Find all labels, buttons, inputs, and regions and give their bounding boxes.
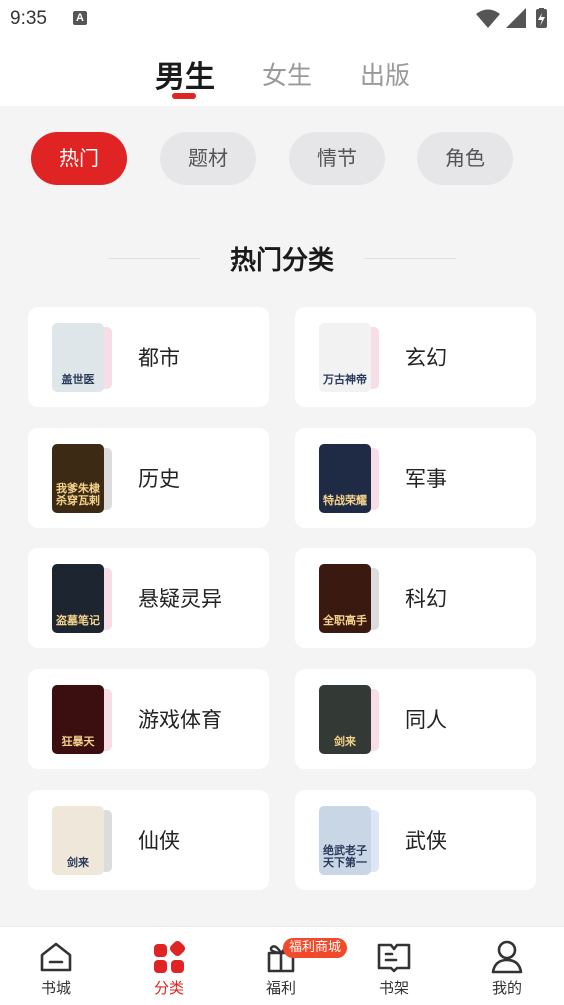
book-cover-stack: 盖世医 — [52, 323, 116, 393]
category-card[interactable]: 我爹朱棣 杀穿瓦剌 历史 — [28, 428, 269, 528]
book-cover: 特战荣耀 — [319, 444, 371, 513]
category-label: 玄幻 — [405, 346, 447, 370]
category-label: 仙侠 — [138, 829, 180, 853]
home-icon — [40, 942, 72, 972]
tab-female[interactable]: 女生 — [262, 56, 312, 92]
category-label: 同人 — [405, 708, 447, 732]
nav-label: 福利 — [265, 979, 296, 997]
book-cover: 狂暴天 — [52, 685, 104, 754]
cover-title: 全职高手 — [323, 614, 367, 627]
signal-icon — [506, 8, 526, 28]
book-cover-stack: 全职高手 — [319, 564, 383, 634]
book-cover-stack: 剑来 — [319, 685, 383, 755]
chip-hot[interactable]: 热门 — [31, 132, 127, 185]
cover-title: 绝武老子 天下第一 — [323, 844, 367, 869]
nav-bookstore[interactable]: 书城 — [16, 927, 96, 1005]
book-cover-stack: 我爹朱棣 杀穿瓦剌 — [52, 444, 116, 514]
category-card[interactable]: 狂暴天 游戏体育 — [28, 669, 269, 769]
cover-title: 万古神帝 — [323, 373, 367, 386]
book-cover-stack: 盗墓笔记 — [52, 564, 116, 634]
cover-title: 盖世医 — [61, 373, 95, 386]
category-card[interactable]: 盗墓笔记 悬疑灵异 — [28, 548, 269, 648]
cover-title: 特战荣耀 — [323, 494, 367, 507]
cover-title: 狂暴天 — [61, 735, 95, 748]
nav-profile[interactable]: 我的 — [467, 927, 547, 1005]
book-cover-stack: 特战荣耀 — [319, 444, 383, 514]
category-label: 科幻 — [405, 587, 447, 611]
nav-label: 分类 — [153, 979, 184, 997]
category-icon — [154, 940, 186, 973]
cover-title: 剑来 — [67, 856, 89, 869]
book-cover: 剑来 — [52, 806, 104, 875]
book-cover: 绝武老子 天下第一 — [319, 806, 371, 875]
status-bar: 9:35 A — [0, 0, 564, 38]
cover-title: 剑来 — [334, 735, 356, 748]
category-label: 悬疑灵异 — [138, 587, 222, 611]
book-cover-stack: 狂暴天 — [52, 685, 116, 755]
category-card[interactable]: 全职高手 科幻 — [295, 548, 536, 648]
status-time: 9:35 — [10, 8, 47, 29]
active-tab-indicator — [172, 93, 196, 99]
profile-icon — [491, 940, 523, 974]
book-cover-stack: 万古神帝 — [319, 323, 383, 393]
chip-theme[interactable]: 题材 — [160, 132, 256, 185]
tab-publishing[interactable]: 出版 — [360, 56, 410, 92]
book-cover: 盖世医 — [52, 323, 104, 392]
book-cover: 我爹朱棣 杀穿瓦剌 — [52, 444, 104, 513]
section-title: 热门分类 — [229, 246, 334, 276]
book-cover: 剑来 — [319, 685, 371, 754]
category-label: 都市 — [138, 346, 180, 370]
category-label: 武侠 — [405, 829, 447, 853]
category-card[interactable]: 盖世医 都市 — [28, 307, 269, 407]
book-cover-stack: 绝武老子 天下第一 — [319, 806, 383, 876]
book-cover: 盗墓笔记 — [52, 564, 104, 633]
nav-label: 我的 — [491, 979, 522, 997]
status-icons — [476, 8, 547, 28]
notification-icon: A — [73, 11, 87, 25]
welfare-mall-badge[interactable]: 福利商城 — [283, 938, 348, 958]
cover-title: 盗墓笔记 — [56, 614, 100, 627]
nav-label: 书架 — [378, 979, 409, 997]
chip-plot[interactable]: 情节 — [289, 132, 385, 185]
category-card[interactable]: 绝武老子 天下第一 武侠 — [295, 790, 536, 890]
chip-role[interactable]: 角色 — [417, 132, 513, 185]
category-label: 历史 — [138, 467, 180, 491]
book-cover-stack: 剑来 — [52, 806, 116, 876]
book-cover: 全职高手 — [319, 564, 371, 633]
cover-title: 我爹朱棣 杀穿瓦剌 — [56, 482, 100, 507]
bookshelf-icon — [377, 943, 411, 973]
top-tab-bar: 男生 女生 出版 — [0, 38, 564, 106]
category-label: 军事 — [405, 467, 447, 491]
category-card[interactable]: 剑来 仙侠 — [28, 790, 269, 890]
category-label: 游戏体育 — [138, 708, 222, 732]
nav-label: 书城 — [40, 979, 71, 997]
tab-male[interactable]: 男生 — [155, 52, 215, 96]
category-card[interactable]: 万古神帝 玄幻 — [295, 307, 536, 407]
nav-category[interactable]: 分类 — [129, 927, 209, 1005]
wifi-icon — [476, 9, 500, 28]
book-cover: 万古神帝 — [319, 323, 371, 392]
category-card[interactable]: 特战荣耀 军事 — [295, 428, 536, 528]
category-card[interactable]: 剑来 同人 — [295, 669, 536, 769]
nav-bookshelf[interactable]: 书架 — [354, 927, 434, 1005]
bottom-navigation: 书城 分类 福利 书架 我的 — [0, 926, 564, 1005]
